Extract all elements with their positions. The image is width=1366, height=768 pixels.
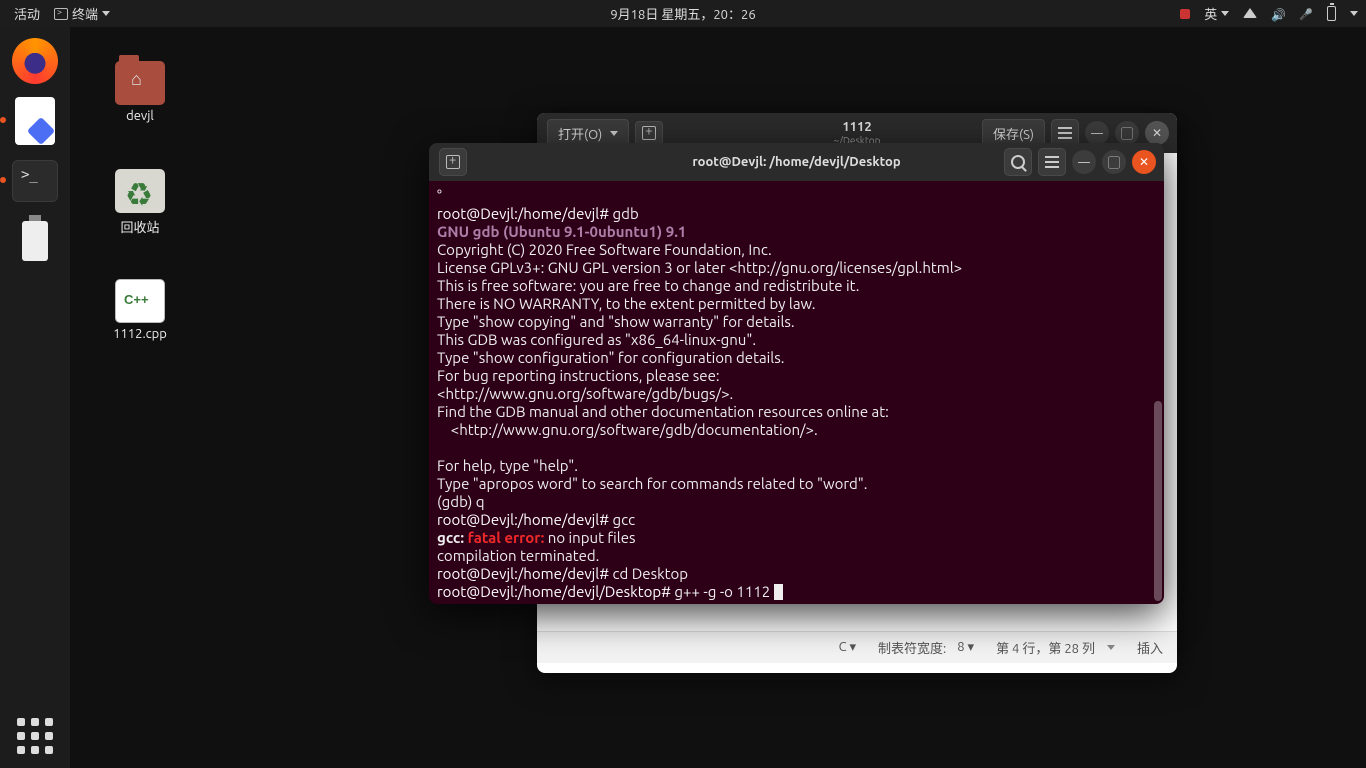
chevron-down-icon: [102, 11, 110, 16]
tabwidth-value: 8 ▾: [957, 640, 974, 655]
close-button[interactable]: ✕: [1145, 121, 1169, 145]
activities-button[interactable]: 活动: [14, 4, 40, 23]
show-applications-button[interactable]: [17, 718, 53, 754]
terminal-line: Copyright (C) 2020 Free Software Foundat…: [437, 241, 1156, 259]
terminal-line: [437, 439, 1156, 457]
minimize-button[interactable]: —: [1085, 121, 1109, 145]
cursor-position: 第 4 行，第 28 列: [996, 638, 1115, 657]
terminal-line: This GDB was configured as "x86_64-linux…: [437, 331, 1156, 349]
terminal-line: <http://www.gnu.org/software/gdb/documen…: [437, 421, 1156, 439]
terminal-titlebar[interactable]: root@Devjl: /home/devjl/Desktop — ▢ ✕: [429, 143, 1164, 181]
maximize-button[interactable]: ▢: [1102, 150, 1126, 174]
terminal-window: root@Devjl: /home/devjl/Desktop — ▢ ✕ °r…: [429, 143, 1164, 604]
terminal-line: <http://www.gnu.org/software/gdb/bugs/>.: [437, 385, 1156, 403]
ime-label: 英: [1204, 4, 1217, 23]
chevron-down-icon: [1350, 11, 1358, 16]
terminal-icon: [12, 160, 58, 202]
chevron-down-icon: [1107, 645, 1115, 650]
cpp-file-icon: [115, 279, 165, 323]
terminal-line: For bug reporting instructions, please s…: [437, 367, 1156, 385]
home-folder-icon: [115, 61, 165, 105]
maximize-button[interactable]: ▢: [1115, 121, 1139, 145]
terminal-line: °: [437, 187, 1156, 205]
tabwidth-label: 制表符宽度:: [878, 638, 946, 657]
terminal-line: Type "show copying" and "show warranty" …: [437, 313, 1156, 331]
cursor-position-label: 第 4 行，第 28 列: [996, 638, 1095, 657]
terminal-body[interactable]: °root@Devjl:/home/devjl# gdbGNU gdb (Ubu…: [429, 181, 1164, 604]
gedit-title-text: 1112: [834, 120, 881, 134]
mic-icon[interactable]: [1299, 7, 1313, 21]
terminal-line: License GPLv3+: GNU GPL version 3 or lat…: [437, 259, 1156, 277]
chevron-down-icon: [1221, 11, 1229, 16]
dock-terminal[interactable]: [9, 155, 61, 207]
terminal-line: (gdb) q: [437, 493, 1156, 511]
lang-label: C ▾: [839, 640, 856, 655]
terminal-line: root@Devjl:/home/devjl# gdb: [437, 205, 1156, 223]
usb-icon: [22, 221, 48, 261]
dock-firefox[interactable]: [9, 35, 61, 87]
terminal-line: root@Devjl:/home/devjl# gcc: [437, 511, 1156, 529]
tabwidth-selector[interactable]: 制表符宽度: 8 ▾: [878, 638, 974, 657]
desktop-icon-label: 1112.cpp: [100, 327, 180, 341]
battery-icon[interactable]: [1327, 6, 1336, 21]
terminal-line: Type "show configuration" for configurat…: [437, 349, 1156, 367]
menu-icon: [1045, 161, 1059, 163]
terminal-line: compilation terminated.: [437, 547, 1156, 565]
gedit-title: 1112 ~/Desktop: [834, 120, 881, 145]
terminal-line: Type "apropos word" to search for comman…: [437, 475, 1156, 493]
minimize-button[interactable]: —: [1072, 150, 1096, 174]
new-tab-button[interactable]: [439, 148, 467, 176]
terminal-line: root@Devjl:/home/devjl# cd Desktop: [437, 565, 1156, 583]
chevron-down-icon: [610, 131, 618, 136]
gedit-statusbar: C ▾ 制表符宽度: 8 ▾ 第 4 行，第 28 列 插入: [537, 631, 1177, 663]
wifi-icon[interactable]: [1243, 7, 1257, 21]
close-button[interactable]: ✕: [1132, 150, 1156, 174]
save-button-label: 保存(S): [993, 124, 1034, 143]
dock-text-editor[interactable]: [9, 95, 61, 147]
search-icon: [1011, 155, 1025, 169]
new-tab-icon: [642, 126, 656, 140]
ime-indicator[interactable]: 英: [1204, 4, 1229, 23]
dock: [0, 27, 70, 768]
dock-usb[interactable]: [9, 215, 61, 267]
firefox-icon: [12, 38, 58, 84]
terminal-icon: [54, 8, 68, 20]
hamburger-button[interactable]: [1038, 148, 1066, 176]
new-tab-button[interactable]: [635, 121, 663, 145]
desktop-icon-cpp-file[interactable]: 1112.cpp: [100, 279, 180, 341]
insert-mode-label: 插入: [1137, 638, 1163, 657]
desktop-icon-trash[interactable]: 回收站: [100, 169, 180, 236]
lang-selector[interactable]: C ▾: [839, 640, 856, 655]
menu-icon: [1058, 132, 1072, 134]
open-button-label: 打开(O): [558, 124, 602, 143]
terminal-line: Find the GDB manual and other documentat…: [437, 403, 1156, 421]
activities-label: 活动: [14, 4, 40, 23]
terminal-line: GNU gdb (Ubuntu 9.1-0ubuntu1) 9.1: [437, 223, 1156, 241]
desktop-icon-label: 回收站: [100, 217, 180, 236]
trash-icon: [115, 169, 165, 213]
screen-record-icon[interactable]: [1180, 9, 1190, 19]
clock[interactable]: 9月18日 星期五，20：26: [610, 4, 755, 23]
top-bar: 活动 终端 9月18日 星期五，20：26 英: [0, 0, 1366, 27]
clock-label: 9月18日 星期五，20：26: [610, 8, 755, 22]
terminal-line: For help, type "help".: [437, 457, 1156, 475]
insert-mode[interactable]: 插入: [1137, 638, 1163, 657]
search-button[interactable]: [1004, 148, 1032, 176]
text-editor-icon: [15, 97, 55, 145]
terminal-title: root@Devjl: /home/devjl/Desktop: [692, 155, 900, 169]
terminal-line: There is NO WARRANTY, to the extent perm…: [437, 295, 1156, 313]
scrollbar[interactable]: [1154, 401, 1162, 601]
terminal-line: This is free software: you are free to c…: [437, 277, 1156, 295]
terminal-line: root@Devjl:/home/devjl/Desktop# g++ -g -…: [437, 583, 1156, 601]
terminal-line: gcc: fatal error: no input files: [437, 529, 1156, 547]
volume-icon[interactable]: [1271, 8, 1285, 20]
desktop-icon-label: devjl: [100, 109, 180, 123]
desktop[interactable]: devjl 回收站 1112.cpp 打开(O) 1112 ~/Desktop 保存…: [70, 27, 1366, 768]
app-menu[interactable]: 终端: [54, 4, 110, 23]
app-menu-label: 终端: [72, 4, 98, 23]
new-tab-icon: [446, 155, 460, 169]
cursor: [774, 584, 783, 600]
desktop-icon-home-folder[interactable]: devjl: [100, 61, 180, 123]
